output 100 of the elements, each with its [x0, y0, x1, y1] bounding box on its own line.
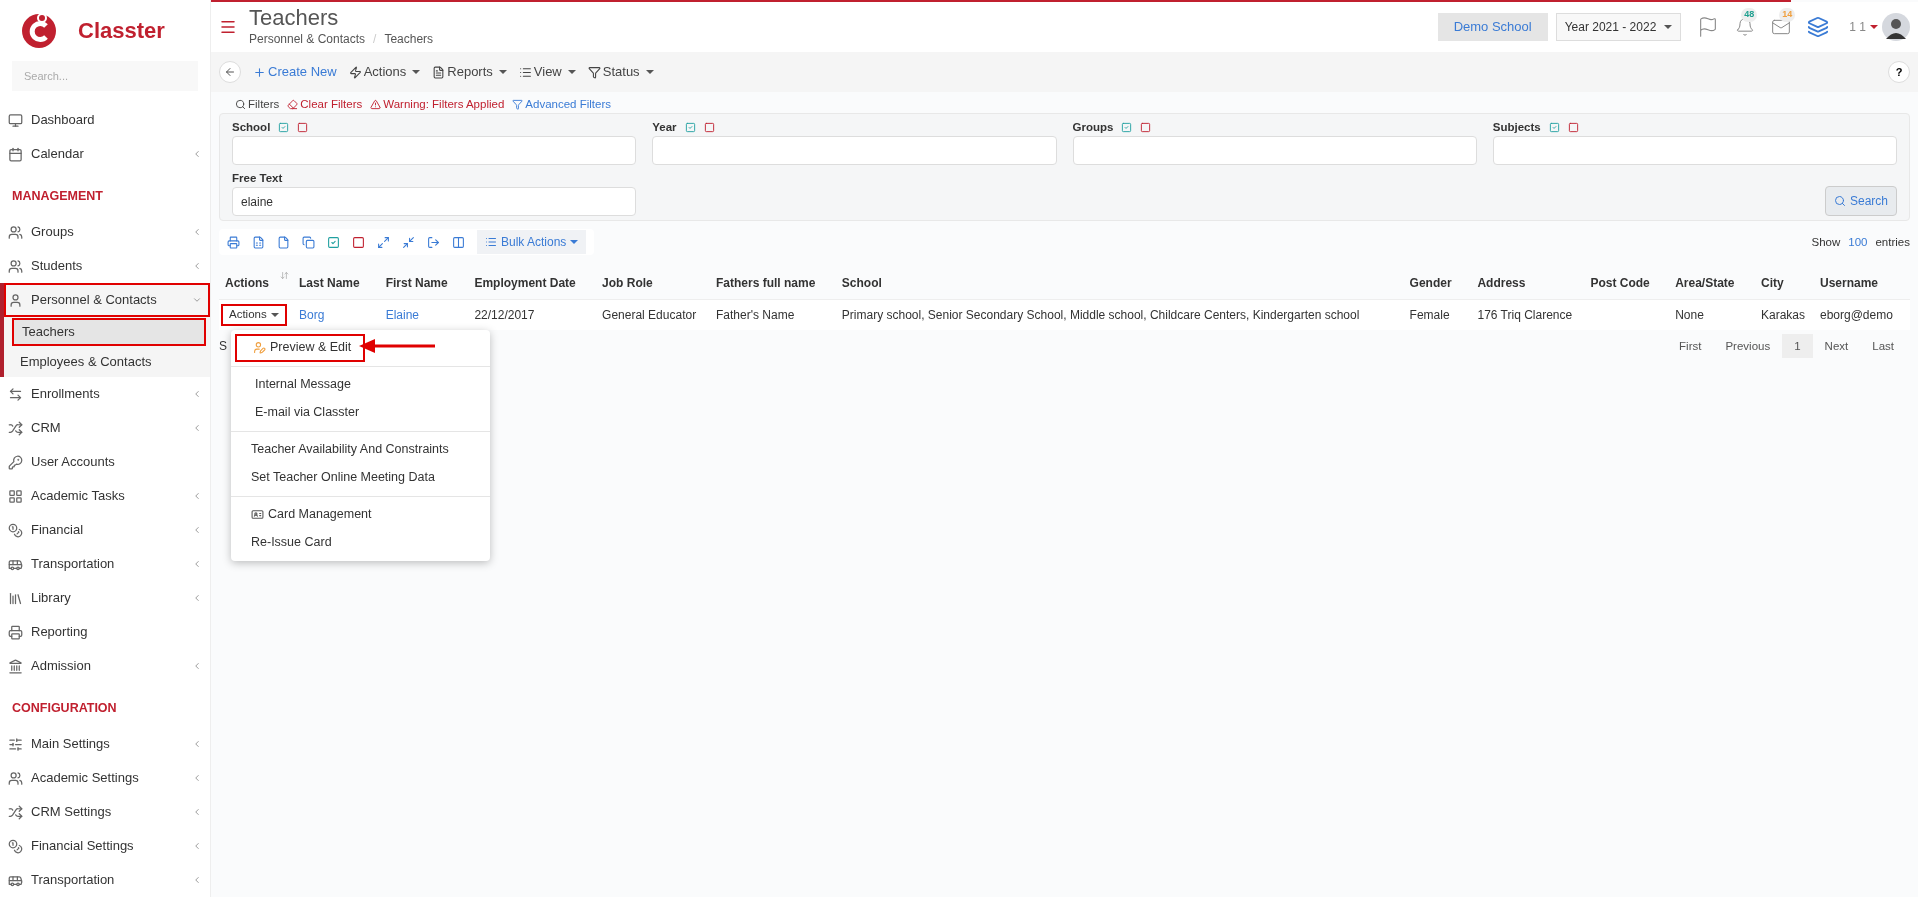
- sidebar-item[interactable]: Transportation: [0, 863, 210, 897]
- sidebar-item[interactable]: Personnel & Contacts: [4, 283, 210, 317]
- select-all-icon[interactable]: [1548, 121, 1560, 133]
- toolbar-button[interactable]: Reports: [432, 62, 507, 82]
- column-header[interactable]: First Name: [385, 276, 448, 290]
- menu-item[interactable]: Set Teacher Online Meeting Data: [235, 463, 486, 492]
- toolbar-button[interactable]: View: [518, 62, 576, 82]
- filter-field[interactable]: elaine: [232, 187, 637, 217]
- notifications-icon[interactable]: [1735, 17, 1756, 37]
- pagination-button[interactable]: Next: [1812, 334, 1861, 359]
- columns-icon[interactable]: [452, 235, 465, 249]
- avatar[interactable]: [1882, 13, 1910, 41]
- user-menu[interactable]: 1 1: [1849, 18, 1878, 36]
- sidebar-item[interactable]: Groups: [0, 215, 210, 249]
- sidebar-item[interactable]: Transportation: [0, 547, 210, 581]
- sidebar-item[interactable]: Dashboard: [0, 103, 210, 137]
- column-header[interactable]: Fathers full name: [716, 276, 816, 290]
- deselect-all-icon[interactable]: [297, 121, 309, 133]
- filter-link[interactable]: Advanced Filters: [512, 96, 611, 114]
- sidebar-item[interactable]: CRM Settings: [0, 795, 210, 829]
- filter-label: Subjects: [1492, 119, 1541, 135]
- name-link[interactable]: Borg: [298, 308, 325, 322]
- pagination-button[interactable]: First: [1667, 334, 1714, 359]
- layers-icon[interactable]: [1807, 16, 1830, 38]
- sidebar-item[interactable]: Financial Settings: [0, 829, 210, 863]
- print-icon[interactable]: [227, 235, 240, 249]
- row-actions-button[interactable]: Actions: [221, 304, 287, 326]
- year-selector[interactable]: Year 2021 - 2022: [1555, 13, 1682, 41]
- menu-item[interactable]: Preview & Edit: [235, 333, 365, 362]
- bulk-actions-button[interactable]: Bulk Actions: [477, 230, 587, 255]
- column-header[interactable]: Post Code: [1590, 276, 1650, 290]
- breadcrumb-item[interactable]: Personnel & Contacts: [249, 30, 366, 48]
- submenu-item[interactable]: Teachers: [12, 318, 206, 346]
- check-icon[interactable]: [327, 235, 340, 249]
- filter-link[interactable]: Clear Filters: [287, 96, 363, 114]
- name-link[interactable]: Elaine: [385, 308, 420, 322]
- help-button[interactable]: ?: [1888, 61, 1910, 83]
- collapse-icon[interactable]: [402, 235, 415, 249]
- deselect-all-icon[interactable]: [703, 121, 715, 133]
- pagination-button[interactable]: Previous: [1713, 334, 1783, 359]
- column-header[interactable]: Area/State: [1675, 276, 1735, 290]
- sidebar-item[interactable]: Students: [0, 249, 210, 283]
- column-header[interactable]: Username: [1820, 276, 1878, 290]
- select-all-icon[interactable]: [278, 121, 290, 133]
- filter-field[interactable]: [1492, 136, 1897, 166]
- select-all-icon[interactable]: [1121, 121, 1133, 133]
- sidebar-item[interactable]: Calendar: [0, 137, 210, 171]
- column-header[interactable]: Employment Date: [474, 276, 576, 290]
- chevron-icon: [192, 261, 202, 271]
- column-header[interactable]: Last Name: [298, 276, 360, 290]
- sidebar-item[interactable]: Reporting: [0, 615, 210, 649]
- file-icon[interactable]: [277, 235, 290, 249]
- column-header[interactable]: Actions: [225, 276, 269, 290]
- sidebar-item[interactable]: CRM: [0, 411, 210, 445]
- search-button[interactable]: Search: [1824, 186, 1897, 217]
- sidebar-item[interactable]: Academic Tasks: [0, 479, 210, 513]
- menu-item[interactable]: Internal Message: [235, 370, 486, 399]
- sidebar-item[interactable]: Financial: [0, 513, 210, 547]
- square-icon[interactable]: [352, 235, 365, 249]
- back-button[interactable]: [219, 61, 241, 83]
- menu-item[interactable]: Teacher Availability And Constraints: [235, 435, 486, 464]
- select-all-icon[interactable]: [684, 121, 696, 133]
- page-length-selector[interactable]: 100: [1848, 233, 1868, 251]
- sidebar-item[interactable]: Academic Settings: [0, 761, 210, 795]
- sidebar-item[interactable]: Main Settings: [0, 727, 210, 761]
- sidebar-item[interactable]: Enrollments: [0, 377, 210, 411]
- filter-link[interactable]: Warning: Filters Applied: [370, 96, 505, 114]
- column-header[interactable]: Job Role: [602, 276, 653, 290]
- column-header[interactable]: School: [841, 276, 882, 290]
- export-icon[interactable]: [427, 235, 440, 249]
- pagination-button[interactable]: 1: [1782, 334, 1813, 359]
- menu-item[interactable]: Card Management: [235, 500, 486, 529]
- filter-link[interactable]: Filters: [235, 96, 280, 114]
- column-header[interactable]: Address: [1477, 276, 1526, 290]
- deselect-all-icon[interactable]: [1567, 121, 1579, 133]
- filter-field[interactable]: [232, 136, 637, 166]
- mail-icon[interactable]: [1771, 17, 1792, 37]
- expand-icon[interactable]: [377, 235, 390, 249]
- toolbar-button[interactable]: Actions: [348, 62, 421, 82]
- menu-icon[interactable]: [219, 18, 237, 36]
- filter-field[interactable]: [652, 136, 1057, 166]
- filter-field[interactable]: [1072, 136, 1477, 166]
- sidebar-item[interactable]: Admission: [0, 649, 210, 683]
- search-field[interactable]: Search...: [12, 61, 198, 91]
- toolbar-button[interactable]: Status: [587, 62, 654, 82]
- group-icon: [8, 770, 23, 786]
- copy-icon[interactable]: [302, 235, 315, 249]
- column-header[interactable]: City: [1761, 276, 1784, 290]
- submenu-item[interactable]: Employees & Contacts: [12, 348, 206, 376]
- sidebar-item[interactable]: Library: [0, 581, 210, 615]
- column-header[interactable]: Gender: [1409, 276, 1452, 290]
- menu-item[interactable]: E-mail via Classter: [235, 398, 486, 427]
- toolbar-button[interactable]: Create New: [253, 62, 337, 82]
- table-cell: Father's Name: [716, 308, 795, 322]
- spreadsheet-icon[interactable]: [252, 235, 265, 249]
- pagination-button[interactable]: Last: [1860, 334, 1906, 359]
- shuffle-icon: [8, 804, 23, 820]
- deselect-all-icon[interactable]: [1140, 121, 1152, 133]
- menu-item[interactable]: Re-Issue Card: [235, 528, 486, 557]
- sidebar-item[interactable]: User Accounts: [0, 445, 210, 479]
